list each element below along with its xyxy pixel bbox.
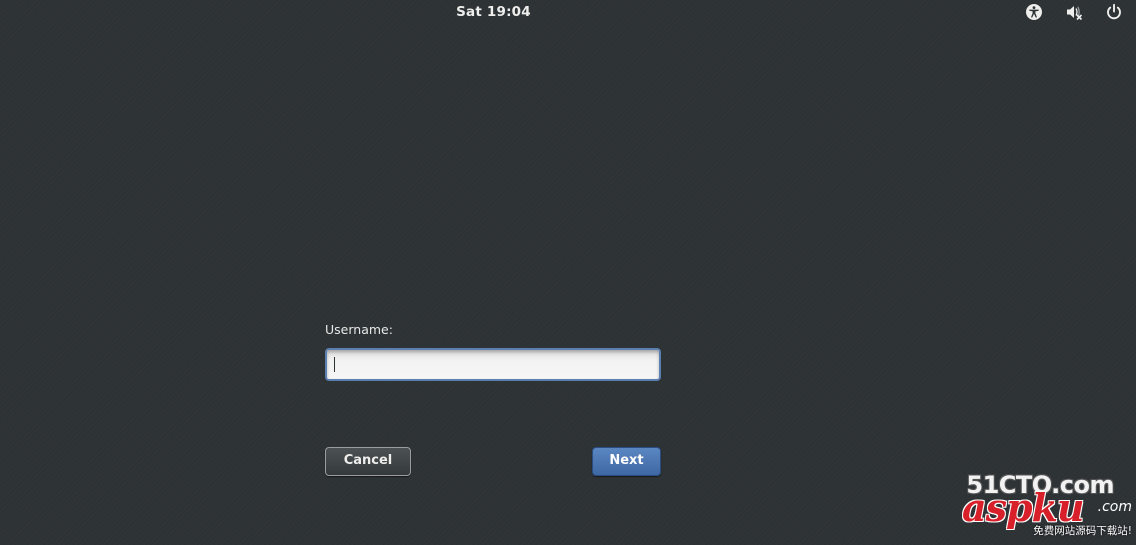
cancel-button[interactable]: Cancel bbox=[325, 447, 411, 476]
username-label: Username: bbox=[325, 322, 393, 337]
watermark: 51CTO.com aspku .com 免费网站源码下载站! bbox=[962, 471, 1132, 541]
power-icon[interactable] bbox=[1105, 3, 1123, 21]
username-input[interactable] bbox=[325, 348, 661, 381]
volume-muted-icon[interactable] bbox=[1065, 3, 1083, 21]
accessibility-icon[interactable] bbox=[1025, 3, 1043, 21]
login-dialog: Username: Cancel Next bbox=[325, 322, 661, 482]
watermark-com: .com bbox=[1097, 499, 1132, 515]
next-button[interactable]: Next bbox=[592, 447, 661, 476]
clock[interactable]: Sat 19:04 bbox=[0, 4, 987, 20]
top-bar: Sat 19:04 bbox=[0, 0, 1136, 26]
watermark-slogan: 免费网站源码下载站! bbox=[1033, 525, 1132, 537]
text-cursor bbox=[334, 357, 335, 372]
